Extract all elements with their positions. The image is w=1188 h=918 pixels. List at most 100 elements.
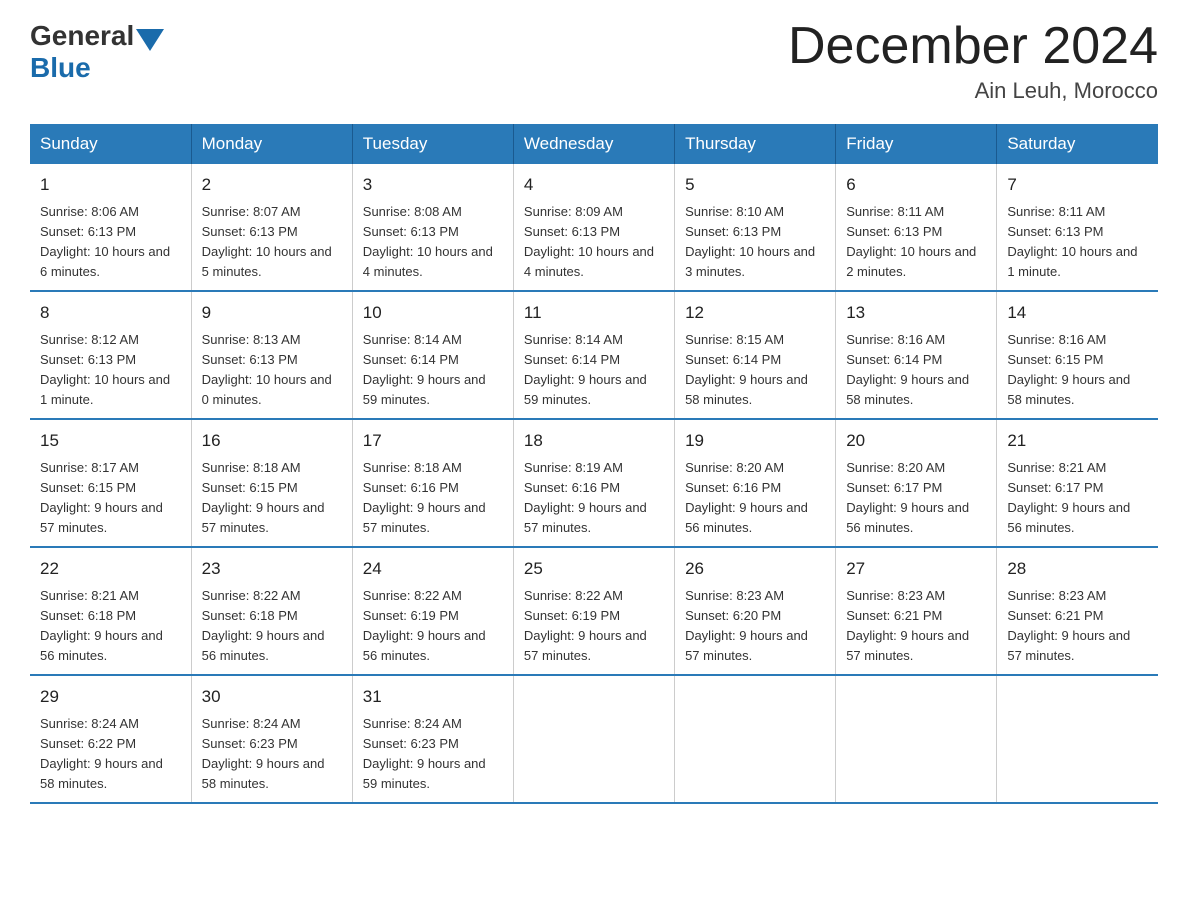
day-number: 31 (363, 684, 503, 710)
day-number: 24 (363, 556, 503, 582)
day-info: Sunrise: 8:18 AMSunset: 6:15 PMDaylight:… (202, 458, 342, 539)
calendar-week-row: 8 Sunrise: 8:12 AMSunset: 6:13 PMDayligh… (30, 291, 1158, 419)
day-number: 2 (202, 172, 342, 198)
calendar-cell: 2 Sunrise: 8:07 AMSunset: 6:13 PMDayligh… (191, 164, 352, 291)
weekday-header-sunday: Sunday (30, 124, 191, 164)
calendar-cell: 30 Sunrise: 8:24 AMSunset: 6:23 PMDaylig… (191, 675, 352, 803)
day-info: Sunrise: 8:11 AMSunset: 6:13 PMDaylight:… (1007, 202, 1148, 283)
day-info: Sunrise: 8:16 AMSunset: 6:14 PMDaylight:… (846, 330, 986, 411)
calendar-cell: 5 Sunrise: 8:10 AMSunset: 6:13 PMDayligh… (675, 164, 836, 291)
day-number: 5 (685, 172, 825, 198)
day-number: 21 (1007, 428, 1148, 454)
calendar-cell: 25 Sunrise: 8:22 AMSunset: 6:19 PMDaylig… (513, 547, 674, 675)
day-info: Sunrise: 8:11 AMSunset: 6:13 PMDaylight:… (846, 202, 986, 283)
calendar-cell: 3 Sunrise: 8:08 AMSunset: 6:13 PMDayligh… (352, 164, 513, 291)
day-number: 18 (524, 428, 664, 454)
weekday-header-monday: Monday (191, 124, 352, 164)
calendar-cell: 21 Sunrise: 8:21 AMSunset: 6:17 PMDaylig… (997, 419, 1158, 547)
day-number: 26 (685, 556, 825, 582)
weekday-header-row: SundayMondayTuesdayWednesdayThursdayFrid… (30, 124, 1158, 164)
calendar-week-row: 15 Sunrise: 8:17 AMSunset: 6:15 PMDaylig… (30, 419, 1158, 547)
calendar-table: SundayMondayTuesdayWednesdayThursdayFrid… (30, 124, 1158, 804)
day-number: 13 (846, 300, 986, 326)
calendar-week-row: 1 Sunrise: 8:06 AMSunset: 6:13 PMDayligh… (30, 164, 1158, 291)
calendar-cell (836, 675, 997, 803)
day-number: 25 (524, 556, 664, 582)
day-number: 30 (202, 684, 342, 710)
day-info: Sunrise: 8:22 AMSunset: 6:19 PMDaylight:… (524, 586, 664, 667)
day-info: Sunrise: 8:14 AMSunset: 6:14 PMDaylight:… (524, 330, 664, 411)
calendar-cell: 11 Sunrise: 8:14 AMSunset: 6:14 PMDaylig… (513, 291, 674, 419)
day-number: 29 (40, 684, 181, 710)
calendar-cell: 14 Sunrise: 8:16 AMSunset: 6:15 PMDaylig… (997, 291, 1158, 419)
month-title: December 2024 (788, 20, 1158, 72)
title-section: December 2024 Ain Leuh, Morocco (788, 20, 1158, 104)
day-number: 12 (685, 300, 825, 326)
day-info: Sunrise: 8:15 AMSunset: 6:14 PMDaylight:… (685, 330, 825, 411)
calendar-cell: 13 Sunrise: 8:16 AMSunset: 6:14 PMDaylig… (836, 291, 997, 419)
day-info: Sunrise: 8:21 AMSunset: 6:18 PMDaylight:… (40, 586, 181, 667)
day-info: Sunrise: 8:21 AMSunset: 6:17 PMDaylight:… (1007, 458, 1148, 539)
weekday-header-thursday: Thursday (675, 124, 836, 164)
day-number: 19 (685, 428, 825, 454)
logo-blue-text: Blue (30, 52, 91, 83)
calendar-cell: 27 Sunrise: 8:23 AMSunset: 6:21 PMDaylig… (836, 547, 997, 675)
day-info: Sunrise: 8:07 AMSunset: 6:13 PMDaylight:… (202, 202, 342, 283)
calendar-week-row: 22 Sunrise: 8:21 AMSunset: 6:18 PMDaylig… (30, 547, 1158, 675)
day-number: 20 (846, 428, 986, 454)
day-number: 28 (1007, 556, 1148, 582)
calendar-cell: 7 Sunrise: 8:11 AMSunset: 6:13 PMDayligh… (997, 164, 1158, 291)
calendar-cell: 17 Sunrise: 8:18 AMSunset: 6:16 PMDaylig… (352, 419, 513, 547)
weekday-header-tuesday: Tuesday (352, 124, 513, 164)
day-number: 22 (40, 556, 181, 582)
calendar-cell: 24 Sunrise: 8:22 AMSunset: 6:19 PMDaylig… (352, 547, 513, 675)
calendar-cell: 31 Sunrise: 8:24 AMSunset: 6:23 PMDaylig… (352, 675, 513, 803)
day-info: Sunrise: 8:16 AMSunset: 6:15 PMDaylight:… (1007, 330, 1148, 411)
calendar-cell: 6 Sunrise: 8:11 AMSunset: 6:13 PMDayligh… (836, 164, 997, 291)
calendar-cell: 15 Sunrise: 8:17 AMSunset: 6:15 PMDaylig… (30, 419, 191, 547)
calendar-cell: 28 Sunrise: 8:23 AMSunset: 6:21 PMDaylig… (997, 547, 1158, 675)
day-info: Sunrise: 8:24 AMSunset: 6:23 PMDaylight:… (202, 714, 342, 795)
calendar-cell: 29 Sunrise: 8:24 AMSunset: 6:22 PMDaylig… (30, 675, 191, 803)
day-info: Sunrise: 8:19 AMSunset: 6:16 PMDaylight:… (524, 458, 664, 539)
day-info: Sunrise: 8:14 AMSunset: 6:14 PMDaylight:… (363, 330, 503, 411)
calendar-cell: 16 Sunrise: 8:18 AMSunset: 6:15 PMDaylig… (191, 419, 352, 547)
day-info: Sunrise: 8:22 AMSunset: 6:19 PMDaylight:… (363, 586, 503, 667)
weekday-header-friday: Friday (836, 124, 997, 164)
day-info: Sunrise: 8:20 AMSunset: 6:17 PMDaylight:… (846, 458, 986, 539)
day-info: Sunrise: 8:18 AMSunset: 6:16 PMDaylight:… (363, 458, 503, 539)
logo-general-text: General (30, 20, 134, 52)
day-info: Sunrise: 8:23 AMSunset: 6:20 PMDaylight:… (685, 586, 825, 667)
day-number: 11 (524, 300, 664, 326)
day-number: 1 (40, 172, 181, 198)
calendar-cell (997, 675, 1158, 803)
day-number: 15 (40, 428, 181, 454)
day-info: Sunrise: 8:24 AMSunset: 6:23 PMDaylight:… (363, 714, 503, 795)
day-number: 17 (363, 428, 503, 454)
day-info: Sunrise: 8:10 AMSunset: 6:13 PMDaylight:… (685, 202, 825, 283)
calendar-week-row: 29 Sunrise: 8:24 AMSunset: 6:22 PMDaylig… (30, 675, 1158, 803)
day-info: Sunrise: 8:13 AMSunset: 6:13 PMDaylight:… (202, 330, 342, 411)
day-info: Sunrise: 8:08 AMSunset: 6:13 PMDaylight:… (363, 202, 503, 283)
day-info: Sunrise: 8:12 AMSunset: 6:13 PMDaylight:… (40, 330, 181, 411)
day-number: 3 (363, 172, 503, 198)
logo: General Blue (30, 20, 166, 84)
calendar-cell: 18 Sunrise: 8:19 AMSunset: 6:16 PMDaylig… (513, 419, 674, 547)
calendar-cell: 9 Sunrise: 8:13 AMSunset: 6:13 PMDayligh… (191, 291, 352, 419)
page-header: General Blue December 2024 Ain Leuh, Mor… (30, 20, 1158, 104)
day-info: Sunrise: 8:22 AMSunset: 6:18 PMDaylight:… (202, 586, 342, 667)
day-info: Sunrise: 8:23 AMSunset: 6:21 PMDaylight:… (846, 586, 986, 667)
day-number: 8 (40, 300, 181, 326)
calendar-cell: 26 Sunrise: 8:23 AMSunset: 6:20 PMDaylig… (675, 547, 836, 675)
day-number: 27 (846, 556, 986, 582)
calendar-cell: 4 Sunrise: 8:09 AMSunset: 6:13 PMDayligh… (513, 164, 674, 291)
day-info: Sunrise: 8:23 AMSunset: 6:21 PMDaylight:… (1007, 586, 1148, 667)
day-info: Sunrise: 8:20 AMSunset: 6:16 PMDaylight:… (685, 458, 825, 539)
day-info: Sunrise: 8:06 AMSunset: 6:13 PMDaylight:… (40, 202, 181, 283)
day-info: Sunrise: 8:24 AMSunset: 6:22 PMDaylight:… (40, 714, 181, 795)
calendar-cell: 20 Sunrise: 8:20 AMSunset: 6:17 PMDaylig… (836, 419, 997, 547)
weekday-header-wednesday: Wednesday (513, 124, 674, 164)
weekday-header-saturday: Saturday (997, 124, 1158, 164)
day-number: 9 (202, 300, 342, 326)
day-info: Sunrise: 8:09 AMSunset: 6:13 PMDaylight:… (524, 202, 664, 283)
